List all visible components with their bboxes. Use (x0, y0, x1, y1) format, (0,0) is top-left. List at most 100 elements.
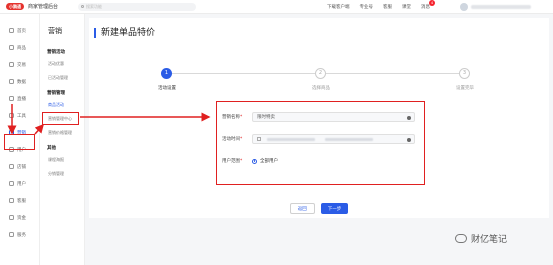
form-row-name: 营销名称* 限时特卖 (222, 112, 415, 122)
fund-icon (9, 215, 14, 220)
step-connector (172, 73, 315, 74)
back-button[interactable]: 返回 (289, 203, 315, 214)
top-link-class[interactable]: 课堂 (402, 4, 411, 10)
step-1-label: 活动设置 (158, 86, 176, 91)
sidebar-item-users[interactable]: 用户 (0, 175, 39, 192)
sidebar-item-label: 服务 (17, 232, 26, 238)
form-row-users: 用户范围* 全部用户 (222, 158, 278, 164)
subnav-item[interactable]: 分销管理 (40, 167, 84, 181)
subnav-group-other[interactable]: 其他 (40, 140, 84, 153)
trade-icon (9, 62, 14, 67)
subnav-group-management[interactable]: 营销管理 (40, 85, 84, 98)
subnav-item[interactable]: 课程海报 (40, 153, 84, 167)
sidebar-item-service[interactable]: 客服 (0, 192, 39, 209)
search-placeholder: 搜索功能 (86, 3, 103, 9)
message-count-badge: 4 (429, 0, 435, 6)
sidebar-item-home[interactable]: 首页 (0, 22, 39, 39)
sidebar-item-label: 首页 (17, 28, 26, 34)
data-icon (9, 79, 14, 84)
page-title: 新建单品特价 (94, 28, 155, 38)
sidebar-item-fund[interactable]: 资金 (0, 209, 39, 226)
service-icon (9, 198, 14, 203)
step-3-indicator: 3 (459, 68, 470, 79)
users-label-text: 用户范围 (222, 159, 240, 164)
messages-label: 消息 (421, 5, 430, 10)
time-label-text: 活动时间 (222, 137, 240, 142)
account-name-blurred (471, 5, 531, 9)
activity-settings-form: 营销名称* 限时特卖 活动时间* 用户范围* 全部用户 (216, 101, 425, 185)
search-input[interactable]: 搜索功能 (78, 2, 197, 11)
form-label-name: 营销名称* (222, 114, 252, 120)
sidebar-item-label: 商品 (17, 45, 26, 51)
sidebar-item-label: 数据 (17, 79, 26, 85)
top-bar: 小鹅通 商家管理后台 搜索功能 下载客户端 专业号 客服 课堂 消息 4 (0, 0, 553, 14)
sidebar-item-label: 直播 (17, 96, 26, 102)
app-title: 商家管理后台 (28, 4, 59, 10)
form-actions: 返回 下一步 (89, 203, 549, 214)
step-connector (326, 73, 459, 74)
top-link-pro[interactable]: 专业号 (360, 4, 374, 10)
live-icon (9, 96, 14, 101)
clear-icon[interactable] (407, 115, 411, 120)
subnav-title: 营销 (48, 27, 62, 35)
brand-logo[interactable]: 小鹅通 (6, 3, 24, 10)
next-step-button[interactable]: 下一步 (320, 203, 349, 214)
all-users-radio[interactable] (252, 158, 257, 164)
step-3-label: 设置完毕 (456, 86, 474, 91)
step-2-indicator: 2 (315, 68, 326, 79)
annotation-box-marketing (4, 134, 35, 150)
all-users-label[interactable]: 全部用户 (260, 158, 278, 164)
sidebar-item-trade[interactable]: 交易 (0, 56, 39, 73)
form-label-users: 用户范围* (222, 158, 252, 164)
sidebar-item-live[interactable]: 直播 (0, 90, 39, 107)
sidebar-item-tool[interactable]: 工具 (0, 107, 39, 124)
sidebar-item-label: 店铺 (17, 164, 26, 170)
calendar-icon (257, 137, 261, 141)
marketing-name-value: 限时特卖 (257, 115, 275, 120)
main-content: 新建单品特价 1 2 3 活动设置 选择商品 设置完毕 营销名称* 限时特卖 活… (85, 14, 553, 265)
required-mark: * (240, 137, 243, 142)
sidebar-item-goods[interactable]: 商品 (0, 39, 39, 56)
clear-icon[interactable] (407, 137, 411, 142)
form-row-time: 活动时间* (222, 134, 415, 144)
tool-icon (9, 113, 14, 118)
name-label-text: 营销名称 (222, 115, 240, 120)
goods-icon (9, 45, 14, 50)
top-link-messages[interactable]: 消息 4 (421, 0, 435, 10)
shop-icon (9, 164, 14, 169)
sidebar-item-shop[interactable]: 店铺 (0, 158, 39, 175)
home-icon (9, 28, 14, 33)
subnav-item[interactable]: 营销价格管理 (40, 126, 84, 140)
avatar[interactable] (460, 3, 468, 11)
required-mark: * (240, 159, 243, 164)
sidebar-item-service2[interactable]: 服务 (0, 226, 39, 243)
step-2-label: 选择商品 (312, 86, 330, 91)
subnav-item[interactable]: 活动优惠 (40, 57, 84, 71)
sidebar-item-label: 资金 (17, 215, 26, 221)
form-card: 新建单品特价 1 2 3 活动设置 选择商品 设置完毕 营销名称* 限时特卖 活… (89, 18, 549, 218)
required-mark: * (240, 115, 243, 120)
subnav-item-active[interactable]: 商品活动 (40, 98, 84, 112)
activity-time-range-picker[interactable] (252, 134, 415, 144)
top-link-service[interactable]: 客服 (383, 4, 392, 10)
secondary-sidebar: 营销 营销活动 活动优惠 已活动管理 营销管理 商品活动 营销管理中心 营销价格… (40, 14, 85, 265)
sidebar-item-label: 用户 (17, 181, 26, 187)
subnav-group-activities[interactable]: 营销活动 (40, 44, 84, 57)
sidebar-item-data[interactable]: 数据 (0, 73, 39, 90)
start-time-blurred (267, 137, 315, 141)
annotation-box-product-activity (42, 112, 79, 125)
sidebar-item-label: 工具 (17, 113, 26, 119)
form-label-time: 活动时间* (222, 136, 252, 142)
service2-icon (9, 232, 14, 237)
marketing-name-input[interactable]: 限时特卖 (252, 112, 415, 122)
top-link-download[interactable]: 下载客户端 (327, 4, 350, 10)
watermark: 财亿笔记 (455, 232, 507, 245)
end-time-blurred (325, 137, 373, 141)
top-links: 下载客户端 专业号 客服 课堂 消息 4 (327, 0, 435, 14)
sidebar-item-label: 客服 (17, 198, 26, 204)
subnav-item[interactable]: 已活动管理 (40, 71, 84, 85)
users-icon (9, 181, 14, 186)
step-1-indicator: 1 (161, 68, 172, 79)
search-icon (81, 5, 85, 8)
watermark-text: 财亿笔记 (471, 235, 508, 245)
